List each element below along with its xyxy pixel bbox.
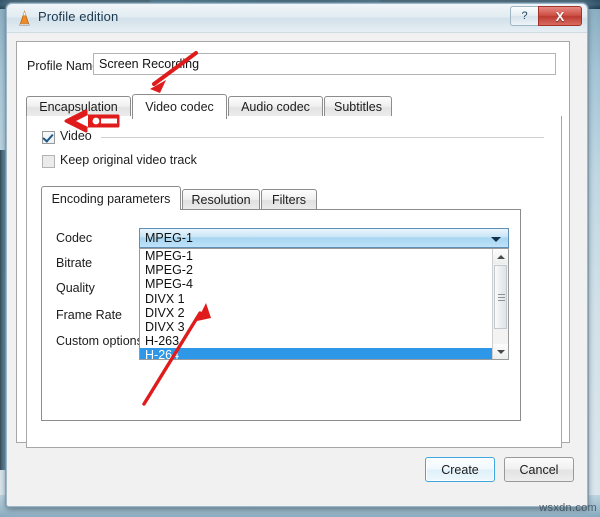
- frame-rate-label: Frame Rate: [56, 308, 122, 322]
- video-group-divider: [101, 137, 544, 138]
- codec-dropdown-list[interactable]: MPEG-1 MPEG-2 MPEG-4 DIVX 1 DIVX 2 DIVX …: [139, 248, 509, 360]
- chevron-down-icon: [491, 237, 501, 242]
- scrollbar-thumb[interactable]: [494, 265, 507, 329]
- cancel-button[interactable]: Cancel: [504, 457, 574, 482]
- keep-original-video-track-label: Keep original video track: [60, 153, 197, 167]
- tab-video-codec[interactable]: Video codec: [132, 94, 227, 119]
- encoding-tab-strip: Encoding parameters Resolution Filters: [41, 186, 521, 210]
- watermark: wsxdn.com: [539, 502, 597, 514]
- dialog-body: Profile Name Encapsulation Video codec A…: [7, 33, 587, 506]
- codec-option[interactable]: DIVX 3: [140, 320, 492, 334]
- codec-combobox-value: MPEG-1: [145, 231, 193, 245]
- encoding-parameters-panel: Codec Bitrate Quality Frame Rate Custom …: [41, 209, 521, 421]
- close-button[interactable]: X: [538, 6, 582, 26]
- scroll-up-icon[interactable]: [493, 249, 508, 264]
- codec-option[interactable]: DIVX 2: [140, 306, 492, 320]
- video-codec-page: Video Keep original video track Encoding…: [26, 116, 562, 448]
- video-checkbox-label: Video: [60, 129, 92, 143]
- content-panel: Profile Name Encapsulation Video codec A…: [16, 41, 570, 448]
- video-checkbox[interactable]: [42, 131, 55, 144]
- tab-audio-codec[interactable]: Audio codec: [228, 96, 323, 117]
- codec-option[interactable]: MPEG-4: [140, 277, 492, 291]
- screenshot-root: Profile edition ? X Profile Name Encapsu…: [0, 0, 600, 517]
- bitrate-label: Bitrate: [56, 256, 93, 270]
- codec-option[interactable]: H-263: [140, 334, 492, 348]
- tab-encapsulation[interactable]: Encapsulation: [26, 96, 131, 117]
- profile-name-label: Profile Name: [27, 59, 100, 73]
- quality-label: Quality: [56, 281, 95, 295]
- codec-option[interactable]: DIVX 1: [140, 292, 492, 306]
- dropdown-scrollbar[interactable]: [492, 249, 508, 359]
- codec-tab-strip: Encapsulation Video codec Audio codec Su…: [26, 94, 562, 119]
- scroll-down-icon[interactable]: [493, 344, 508, 359]
- tab-encoding-parameters[interactable]: Encoding parameters: [41, 186, 181, 210]
- codec-label: Codec: [56, 231, 93, 245]
- window-controls: ? X: [510, 6, 582, 26]
- tab-subtitles[interactable]: Subtitles: [324, 96, 392, 117]
- tab-resolution[interactable]: Resolution: [182, 189, 260, 210]
- help-button[interactable]: ?: [510, 6, 538, 26]
- codec-option-h264[interactable]: H-264: [140, 348, 492, 359]
- keep-original-video-track-checkbox[interactable]: [42, 155, 55, 168]
- title-bar: Profile edition ? X: [7, 4, 587, 33]
- scrollbar-grip-icon: [498, 294, 505, 301]
- window-title: Profile edition: [38, 9, 119, 24]
- profile-edition-dialog: Profile edition ? X Profile Name Encapsu…: [6, 3, 588, 507]
- codec-option[interactable]: MPEG-2: [140, 263, 492, 277]
- codec-option-list: MPEG-1 MPEG-2 MPEG-4 DIVX 1 DIVX 2 DIVX …: [140, 249, 492, 359]
- profile-name-input[interactable]: [93, 53, 556, 75]
- codec-combobox[interactable]: MPEG-1: [139, 228, 509, 248]
- vlc-cone-icon: [16, 10, 33, 27]
- create-button[interactable]: Create: [425, 457, 495, 482]
- tab-filters[interactable]: Filters: [261, 189, 317, 210]
- codec-option[interactable]: MPEG-1: [140, 249, 492, 263]
- custom-options-label: Custom options: [56, 334, 143, 348]
